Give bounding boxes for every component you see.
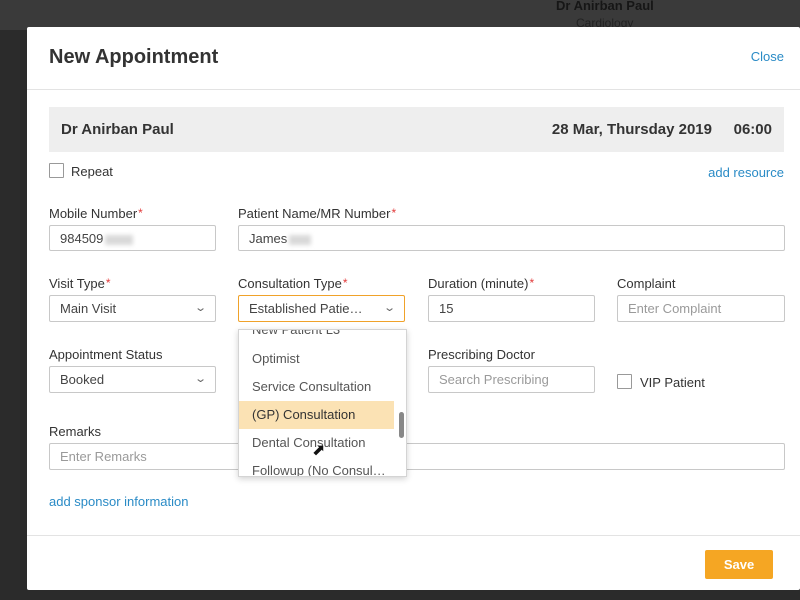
modal-footer: Save bbox=[27, 535, 800, 590]
appointment-time: 06:00 bbox=[733, 121, 772, 138]
complaint-label: Complaint bbox=[617, 276, 676, 291]
required-mark: * bbox=[138, 206, 143, 220]
repeat-label: Repeat bbox=[71, 164, 113, 179]
consultation-type-label: Consultation Type* bbox=[238, 276, 348, 291]
complaint-input[interactable]: Enter Complaint bbox=[617, 295, 785, 322]
required-mark: * bbox=[105, 276, 111, 290]
chevron-down-icon: ⌄ bbox=[382, 302, 396, 314]
required-mark: * bbox=[342, 276, 348, 290]
patient-name-field[interactable]: James bbox=[238, 225, 785, 251]
duration-label: Duration (minute)* bbox=[428, 276, 535, 291]
required-mark: * bbox=[529, 276, 535, 290]
chevron-down-icon: ⌄ bbox=[193, 373, 207, 385]
duration-field[interactable]: 15 bbox=[428, 295, 595, 322]
appointment-date: 28 Mar, Thursday 2019 bbox=[551, 121, 712, 138]
vip-patient-label: VIP Patient bbox=[640, 375, 705, 390]
remarks-input[interactable]: Enter Remarks bbox=[49, 443, 785, 470]
appointment-status-label: Appointment Status bbox=[49, 347, 163, 362]
chevron-down-icon: ⌄ bbox=[193, 302, 207, 314]
patient-name-label: Patient Name/MR Number* bbox=[238, 206, 397, 221]
dropdown-option[interactable]: New Patient L3 bbox=[239, 330, 394, 344]
dropdown-option[interactable]: Service Consultation bbox=[239, 373, 394, 401]
modal-title: New Appointment bbox=[49, 46, 219, 68]
remarks-label: Remarks bbox=[49, 424, 102, 439]
vip-patient-checkbox[interactable] bbox=[617, 374, 632, 389]
mobile-number-field[interactable]: 984509 bbox=[49, 225, 216, 251]
background-page bbox=[0, 0, 800, 30]
doctor-name: Dr Anirban Paul bbox=[61, 121, 174, 138]
dropdown-scrollbar[interactable] bbox=[399, 412, 404, 438]
mobile-number-label: Mobile Number* bbox=[49, 206, 143, 221]
save-button[interactable]: Save bbox=[705, 550, 773, 579]
prescribing-doctor-label: Prescribing Doctor bbox=[428, 347, 535, 362]
visit-type-label: Visit Type* bbox=[49, 276, 111, 291]
background-doctor-name: Dr Anirban Paul bbox=[556, 0, 654, 13]
doctor-info-bar: Dr Anirban Paul 28 Mar, Thursday 2019 06… bbox=[49, 107, 784, 152]
dropdown-option[interactable]: Followup (No Consul… bbox=[239, 457, 394, 476]
appointment-status-select[interactable]: Booked ⌄ bbox=[49, 366, 216, 393]
dropdown-option[interactable]: Optimist bbox=[239, 345, 394, 373]
close-button[interactable]: Close bbox=[751, 49, 784, 64]
mouse-cursor-icon: ⬈ bbox=[312, 442, 326, 459]
visit-type-select[interactable]: Main Visit ⌄ bbox=[49, 295, 216, 322]
add-resource-link[interactable]: add resource bbox=[708, 165, 784, 180]
new-appointment-modal: New Appointment Close Dr Anirban Paul 28… bbox=[27, 27, 800, 590]
add-sponsor-link[interactable]: add sponsor information bbox=[49, 494, 188, 509]
prescribing-doctor-input[interactable]: Search Prescribing bbox=[428, 366, 595, 393]
repeat-checkbox[interactable] bbox=[49, 163, 64, 178]
modal-header: New Appointment Close bbox=[27, 27, 800, 90]
consultation-type-select[interactable]: Established Patie… ⌄ bbox=[238, 295, 405, 322]
required-mark: * bbox=[391, 206, 397, 220]
dropdown-option-selected[interactable]: (GP) Consultation bbox=[239, 401, 394, 429]
